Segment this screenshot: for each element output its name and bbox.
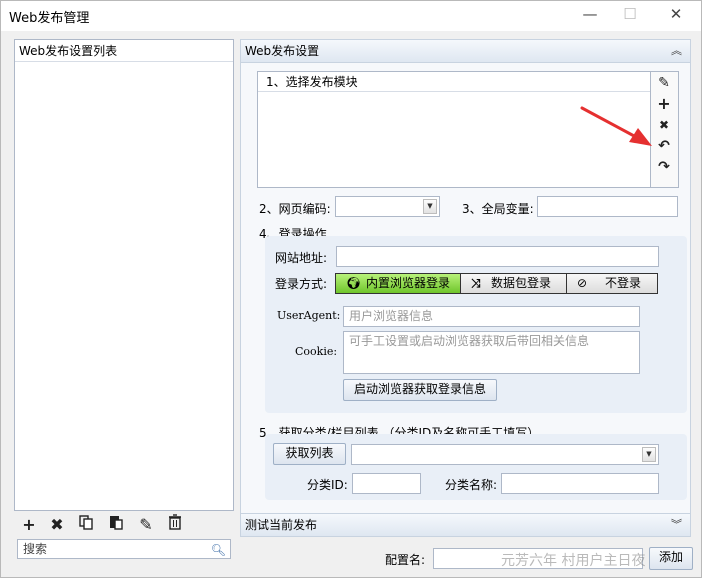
publish-settings-list[interactable]: Web发布设置列表 — [14, 39, 234, 511]
delete-icon[interactable]: ✖ — [656, 116, 672, 134]
search-placeholder: 搜索 — [23, 542, 48, 556]
maximize-button[interactable]: ☐ — [615, 3, 645, 27]
web-publish-window: Web发布管理 — ☐ ✕ Web发布设置列表 + ✖ ✎ 搜索 🔍︎ Web发… — [0, 0, 702, 578]
category-id-label: 分类ID: — [307, 478, 348, 492]
module-toolbar: ✎ + ✖ ↶ ↷ — [651, 71, 679, 188]
get-list-button[interactable]: 获取列表 — [273, 443, 346, 465]
module-list-box[interactable]: 1、选择发布模块 — [257, 71, 651, 188]
edit-icon[interactable]: ✎ — [135, 514, 157, 536]
copy-icon[interactable] — [75, 514, 97, 536]
global-var-label: 3、全局变量: — [462, 202, 534, 216]
category-name-label: 分类名称: — [445, 478, 498, 492]
publish-settings-title: Web发布设置 — [245, 44, 320, 58]
login-method-none-label: 不登录 — [605, 276, 642, 290]
category-name-input[interactable] — [501, 473, 659, 494]
collapse-chevron-icon[interactable]: ︽ — [671, 40, 682, 62]
section1-title: 1、选择发布模块 — [258, 72, 650, 92]
global-var-input[interactable] — [537, 196, 678, 217]
watermark: 元芳六年 村用户主日夜 — [501, 553, 646, 569]
site-url-label: 网站地址: — [275, 251, 328, 265]
login-method-builtin-browser[interactable]: 🌍︎ 内置浏览器登录 — [335, 273, 461, 294]
shuffle-icon: ⤨ — [471, 276, 481, 290]
search-input[interactable]: 搜索 🔍︎ — [17, 539, 231, 559]
category-select[interactable]: ▼ — [351, 444, 659, 465]
category-id-input[interactable] — [352, 473, 421, 494]
login-method-packet[interactable]: ⤨ 数据包登录 — [460, 273, 567, 294]
dropdown-arrow-icon[interactable]: ▼ — [642, 447, 656, 462]
add-icon[interactable]: + — [18, 514, 40, 536]
encoding-label: 2、网页编码: — [259, 202, 331, 216]
useragent-input[interactable]: 用户浏览器信息 — [343, 306, 640, 327]
close-button[interactable]: ✕ — [661, 3, 691, 27]
window-title: Web发布管理 — [9, 11, 90, 26]
cookie-label: Cookie: — [295, 345, 338, 358]
search-icon[interactable]: 🔍︎ — [211, 541, 226, 559]
delete-icon[interactable]: ✖ — [46, 514, 68, 536]
encoding-select[interactable]: ▼ — [335, 196, 440, 217]
login-method-builtin-label: 内置浏览器登录 — [366, 276, 451, 290]
redo-icon[interactable]: ↷ — [656, 158, 672, 176]
login-method-label: 登录方式: — [275, 277, 328, 291]
site-url-input[interactable] — [336, 246, 659, 267]
expand-chevron-icon[interactable]: ︾ — [671, 514, 682, 536]
publish-settings-header[interactable]: Web发布设置 ︽ — [240, 39, 691, 63]
useragent-placeholder: 用户浏览器信息 — [349, 309, 434, 323]
launch-browser-button[interactable]: 启动浏览器获取登录信息 — [343, 379, 497, 401]
trash-icon[interactable] — [164, 514, 186, 536]
login-method-packet-label: 数据包登录 — [491, 276, 552, 290]
cookie-placeholder: 可手工设置或启动浏览器获取后带回相关信息 — [349, 334, 590, 348]
add-icon[interactable]: + — [656, 95, 672, 113]
edit-icon[interactable]: ✎ — [656, 74, 672, 92]
minimize-button[interactable]: — — [575, 3, 605, 27]
test-publish-title: 测试当前发布 — [245, 518, 318, 532]
config-name-label: 配置名: — [385, 553, 426, 567]
undo-icon[interactable]: ↶ — [656, 137, 672, 155]
list-header: Web发布设置列表 — [15, 40, 233, 62]
add-config-button[interactable]: 添加 — [649, 547, 693, 570]
title-bar: Web发布管理 — ☐ ✕ — [1, 1, 701, 31]
dropdown-arrow-icon[interactable]: ▼ — [423, 199, 437, 214]
cookie-textarea[interactable]: 可手工设置或启动浏览器获取后带回相关信息 — [343, 331, 640, 374]
test-publish-header[interactable]: 测试当前发布 ︾ — [240, 513, 691, 537]
login-method-none[interactable]: ⊘ 不登录 — [566, 273, 658, 294]
useragent-label: UserAgent: — [277, 309, 341, 322]
list-toolbar: + ✖ ✎ — [14, 514, 234, 538]
paste-icon[interactable] — [105, 514, 127, 536]
globe-icon: 🌍︎ — [346, 276, 362, 290]
block-icon: ⊘ — [577, 276, 588, 290]
